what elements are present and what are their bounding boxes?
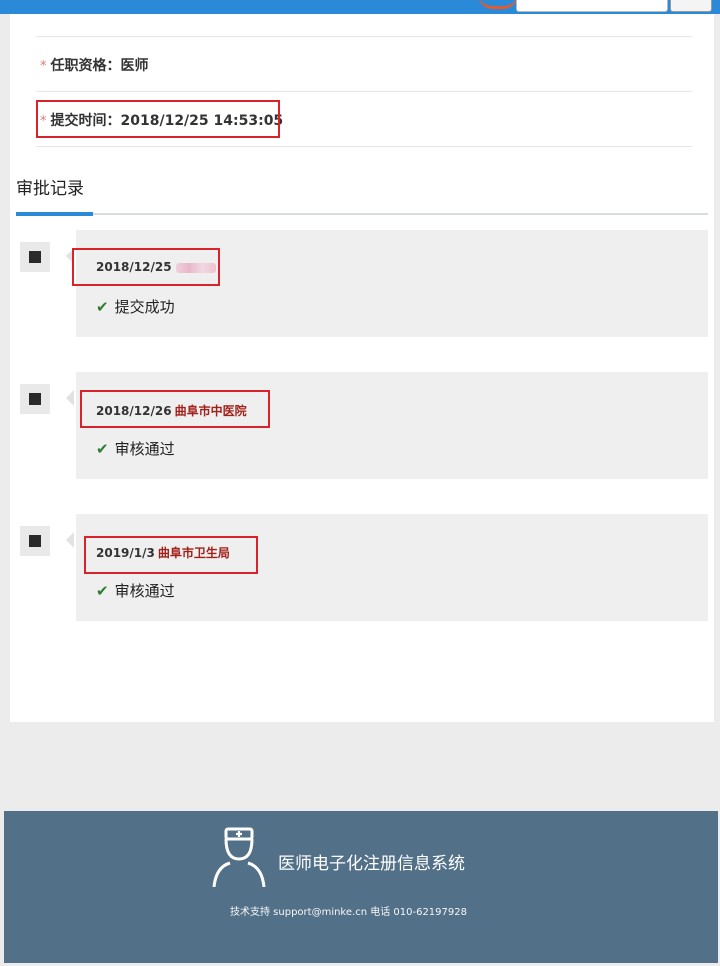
check-icon: ✔: [96, 582, 109, 600]
info-row-qualification: * 任职资格：医师: [36, 36, 692, 92]
search-button[interactable]: [670, 0, 712, 12]
footer: 医师电子化注册信息系统 技术支持 support@minke.cn 电话 010…: [4, 811, 718, 963]
timeline-status: ✔ 审核通过: [96, 582, 175, 600]
tab-active-indicator: [16, 212, 93, 216]
check-icon: ✔: [96, 440, 109, 458]
qualification-text: 任职资格：医师: [50, 58, 149, 74]
nurse-icon: [212, 827, 266, 887]
highlight-box: [84, 536, 258, 574]
search-input[interactable]: [516, 0, 668, 12]
required-asterisk: *: [40, 59, 47, 74]
timeline-status: ✔ 提交成功: [96, 298, 175, 316]
pointer-arrow: [66, 390, 74, 406]
tab-divider: [16, 213, 708, 215]
pointer-arrow: [66, 532, 74, 548]
highlight-box: [80, 390, 270, 428]
divider: [36, 146, 692, 147]
timeline-marker-icon: [20, 242, 50, 272]
timeline-marker-icon: [20, 526, 50, 556]
highlight-box: [72, 248, 220, 286]
system-name: 医师电子化注册信息系统: [278, 854, 465, 874]
detail-card: * 任职资格：医师 * 提交时间：2018/12/25 14:53:05 审批记录 …: [10, 14, 714, 722]
section-title: 审批记录: [16, 179, 84, 199]
highlight-box: [36, 100, 280, 138]
top-bar: [0, 0, 720, 14]
support-info: 技术支持 support@minke.cn 电话 010-62197928: [230, 907, 467, 918]
timeline-marker-icon: [20, 384, 50, 414]
timeline-status: ✔ 审核通过: [96, 440, 175, 458]
check-icon: ✔: [96, 298, 109, 316]
logo-arc-icon: [478, 0, 518, 9]
